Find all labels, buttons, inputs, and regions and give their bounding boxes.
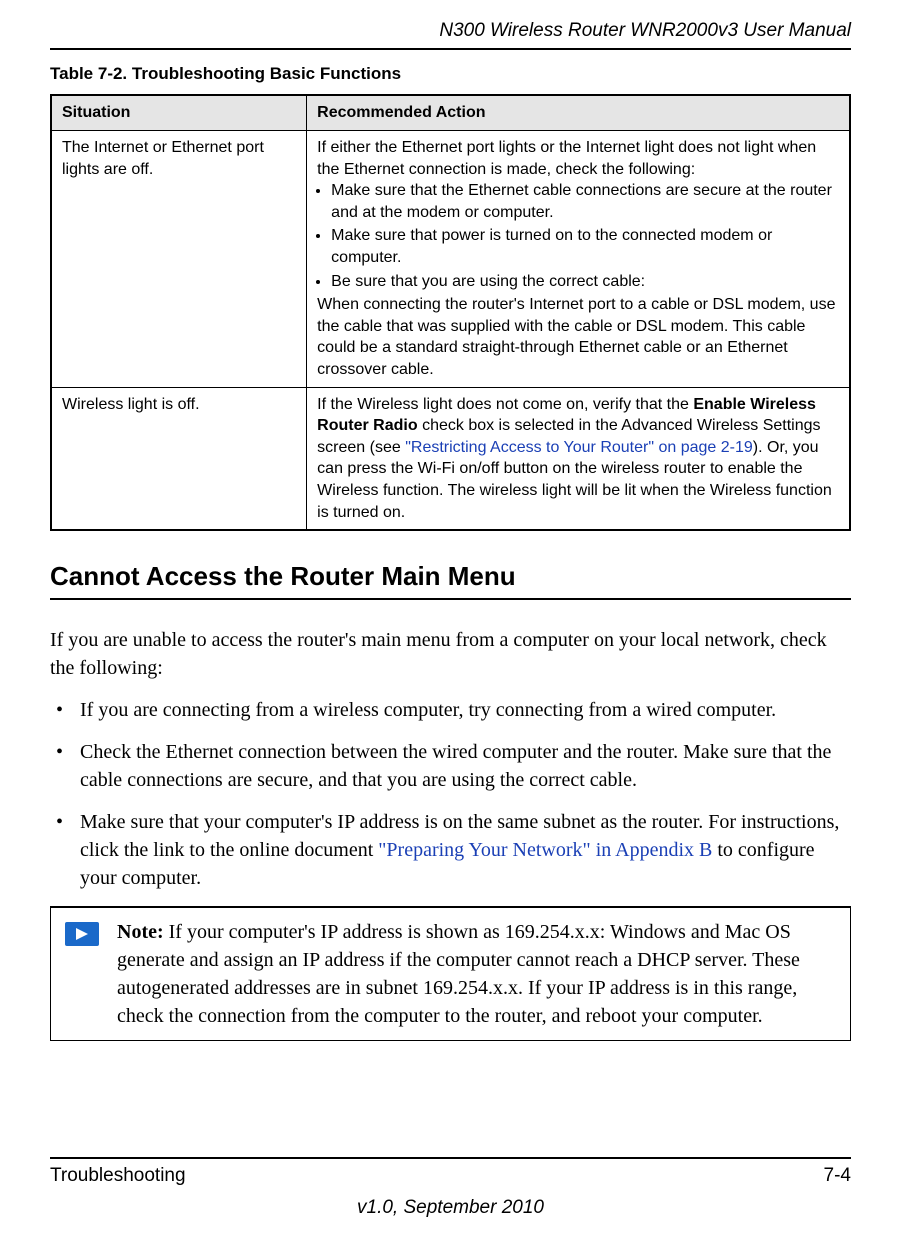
troubleshooting-table: Situation Recommended Action The Interne… bbox=[50, 94, 851, 531]
table-caption: Table 7-2. Troubleshooting Basic Functio… bbox=[50, 64, 851, 84]
action-bullet-list: Make sure that the Ethernet cable connec… bbox=[317, 180, 839, 292]
note-content: Note: If your computer's IP address is s… bbox=[107, 918, 836, 1030]
note-icon bbox=[65, 918, 107, 1030]
note-box: Note: If your computer's IP address is s… bbox=[50, 906, 851, 1041]
list-item: Make sure that your computer's IP addres… bbox=[50, 808, 851, 892]
cross-reference-link[interactable]: "Preparing Your Network" in Appendix B bbox=[378, 839, 712, 861]
footer-section: Troubleshooting bbox=[50, 1165, 186, 1187]
cross-reference-link[interactable]: "Restricting Access to Your Router" on p… bbox=[405, 439, 753, 456]
cell-situation: The Internet or Ethernet port lights are… bbox=[51, 131, 307, 388]
section-intro: If you are unable to access the router's… bbox=[50, 626, 851, 682]
arrow-icon bbox=[65, 922, 99, 946]
table-row: Wireless light is off. If the Wireless l… bbox=[51, 387, 850, 530]
action-bullet: Make sure that the Ethernet cable connec… bbox=[331, 180, 839, 223]
cell-situation: Wireless light is off. bbox=[51, 387, 307, 530]
note-label: Note: bbox=[117, 921, 164, 943]
action-outro: When connecting the router's Internet po… bbox=[317, 294, 839, 380]
list-item: Check the Ethernet connection between th… bbox=[50, 738, 851, 794]
footer-version: v1.0, September 2010 bbox=[50, 1197, 851, 1219]
table-row: The Internet or Ethernet port lights are… bbox=[51, 131, 850, 388]
cell-action: If either the Ethernet port lights or th… bbox=[307, 131, 850, 388]
section-body: If you are unable to access the router's… bbox=[50, 626, 851, 1041]
list-item: If you are connecting from a wireless co… bbox=[50, 696, 851, 724]
action-intro: If either the Ethernet port lights or th… bbox=[317, 137, 839, 180]
section-heading: Cannot Access the Router Main Menu bbox=[50, 561, 851, 600]
table-header-action: Recommended Action bbox=[307, 95, 850, 131]
page-footer: Troubleshooting 7-4 v1.0, September 2010 bbox=[50, 1157, 851, 1219]
note-text: If your computer's IP address is shown a… bbox=[117, 921, 800, 1027]
cell-action: If the Wireless light does not come on, … bbox=[307, 387, 850, 530]
action-bullet: Make sure that power is turned on to the… bbox=[331, 225, 839, 268]
page-header-title: N300 Wireless Router WNR2000v3 User Manu… bbox=[50, 20, 851, 50]
footer-page-number: 7-4 bbox=[824, 1165, 851, 1187]
action-text-pre: If the Wireless light does not come on, … bbox=[317, 396, 693, 413]
section-list: If you are connecting from a wireless co… bbox=[50, 696, 851, 892]
action-bullet: Be sure that you are using the correct c… bbox=[331, 271, 839, 293]
table-header-situation: Situation bbox=[51, 95, 307, 131]
